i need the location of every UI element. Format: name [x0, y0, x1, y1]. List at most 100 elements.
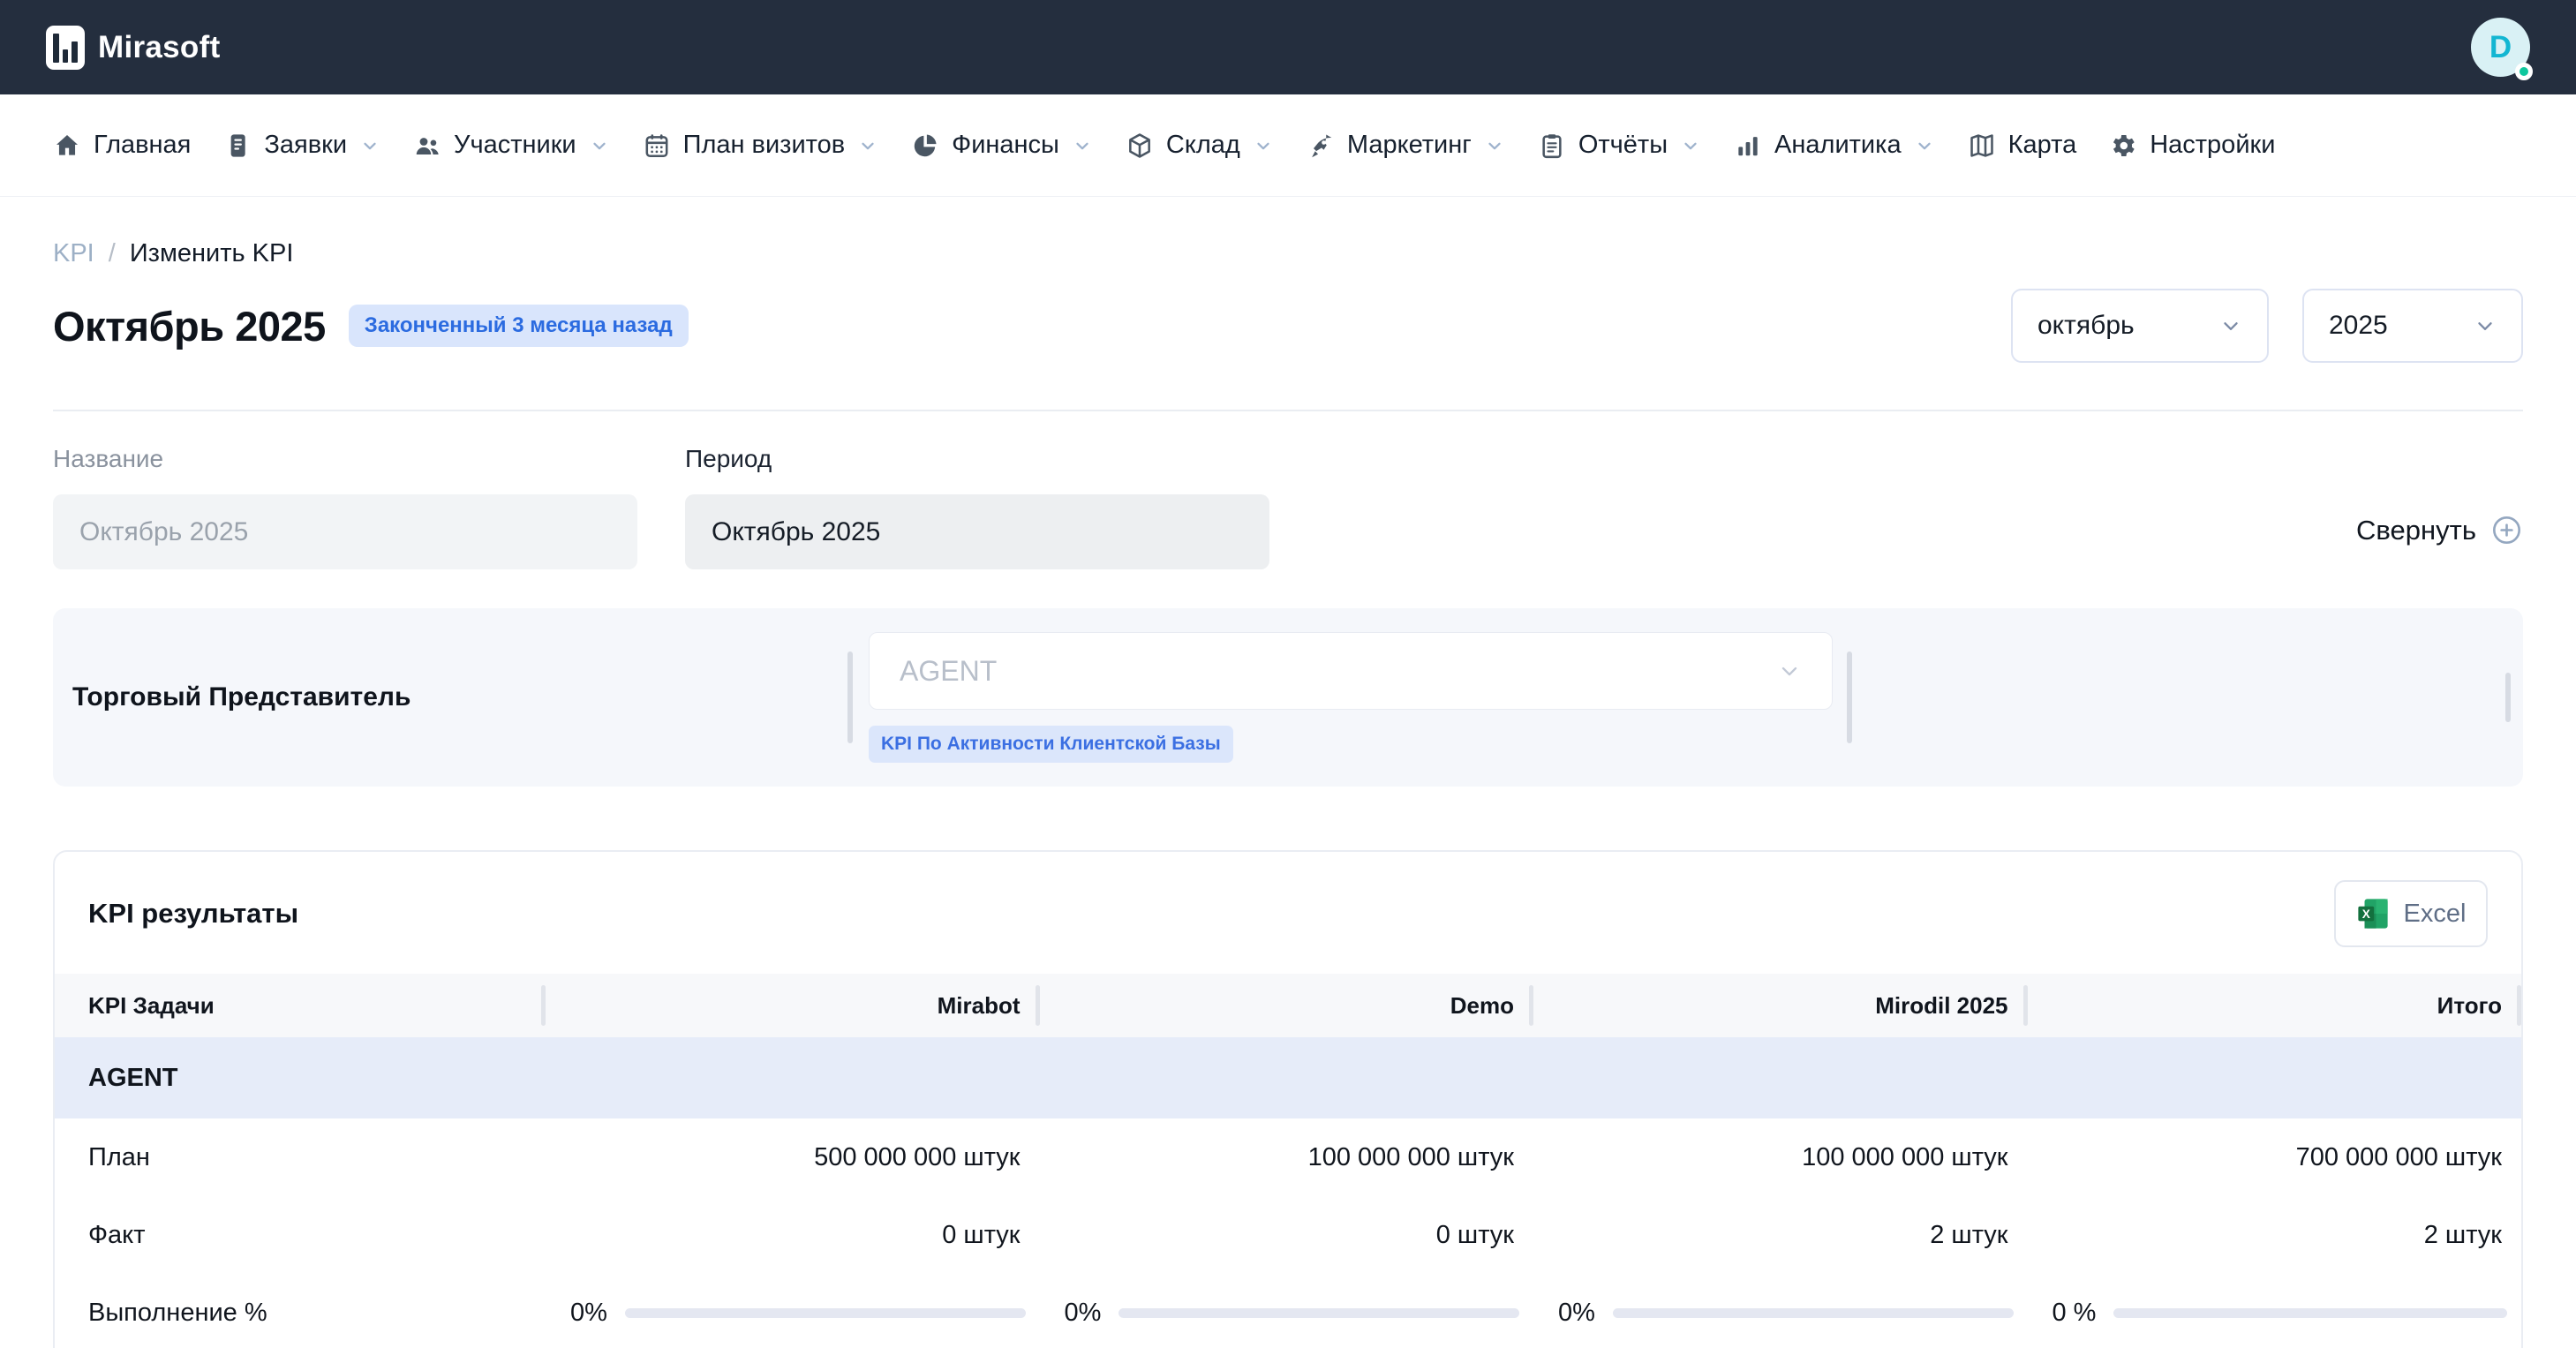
- nav-item-label: Заявки: [264, 131, 347, 160]
- svg-text:X: X: [2361, 907, 2369, 921]
- gear-icon: [2109, 132, 2137, 160]
- chevron-down-icon: [857, 135, 878, 156]
- nav-item-label: Участники: [454, 131, 576, 160]
- calendar-icon: [643, 132, 671, 160]
- chevron-down-icon: [1484, 135, 1505, 156]
- kpi-form: Название Октябрь 2025 Период Октябрь 202…: [53, 445, 2523, 569]
- table-row: План500 000 000 штук100 000 000 штук100 …: [55, 1118, 2521, 1196]
- value-cell: 2 штук: [1533, 1221, 2028, 1250]
- nav-item-label: Главная: [94, 131, 191, 160]
- row-label: Факт: [55, 1221, 546, 1250]
- breadcrumb-separator: /: [109, 239, 116, 268]
- box-icon: [1126, 132, 1154, 160]
- chevron-down-icon: [2474, 314, 2497, 337]
- progress-track: [1119, 1308, 1519, 1318]
- column-header-tasks: KPI Задачи: [55, 974, 546, 1037]
- progress-value: 0%: [570, 1299, 607, 1328]
- value-cell: 0 штук: [1040, 1221, 1534, 1250]
- column-header: Итого: [2028, 974, 2522, 1037]
- column-header: Mirodil 2025: [1533, 974, 2028, 1037]
- column-header: Mirabot: [546, 974, 1040, 1037]
- collapse-label: Свернуть: [2356, 515, 2476, 546]
- nav-item-label: Аналитика: [1774, 131, 1902, 160]
- agent-select[interactable]: AGENT: [869, 632, 1833, 710]
- chevron-down-icon: [589, 135, 610, 156]
- nav-item-members[interactable]: Участники: [413, 131, 610, 160]
- nav-item-label: Склад: [1166, 131, 1240, 160]
- nav-item-home[interactable]: Главная: [53, 131, 191, 160]
- value-cell: 500 000 000 штук: [546, 1143, 1040, 1172]
- period-field-label: Период: [685, 445, 1269, 473]
- nav-item-label: Отчёты: [1578, 131, 1668, 160]
- home-icon: [53, 132, 81, 160]
- row-label: Выполнение %: [55, 1299, 546, 1328]
- collapse-button[interactable]: Свернуть: [2356, 514, 2523, 546]
- bar-chart-logo-icon: [46, 26, 85, 70]
- period-selects: октябрь 2025: [2011, 289, 2523, 363]
- chevron-down-icon: [359, 135, 380, 156]
- excel-button-label: Excel: [2404, 900, 2467, 929]
- name-input[interactable]: Октябрь 2025: [53, 494, 637, 569]
- rocket-icon: [1307, 132, 1335, 160]
- chevron-down-icon: [2219, 314, 2242, 337]
- excel-export-button[interactable]: X Excel: [2334, 880, 2488, 947]
- progress-cell: 0%: [1533, 1299, 2028, 1328]
- chevron-down-icon: [1253, 135, 1274, 156]
- nav-item-requests[interactable]: Заявки: [223, 131, 380, 160]
- progress-track: [1613, 1308, 2014, 1318]
- progress-cell: 0 %: [2028, 1299, 2522, 1328]
- chevron-down-icon: [1914, 135, 1935, 156]
- kpi-table: KPI ЗадачиMirabotDemoMirodil 2025ИтогоAG…: [55, 974, 2521, 1348]
- panel-divider: [1847, 651, 1852, 743]
- value-cell: 100 000 000 штук: [1040, 1143, 1534, 1172]
- document-icon: [223, 132, 252, 160]
- pie-icon: [911, 132, 939, 160]
- table-row: Факт0 штук0 штук2 штук2 штук: [55, 1196, 2521, 1274]
- agent-select-group: AGENT KPI По Активности Клиентской Базы: [869, 632, 1833, 763]
- nav-item-settings[interactable]: Настройки: [2109, 131, 2275, 160]
- nav-item-finance[interactable]: Финансы: [911, 131, 1093, 160]
- year-select-value: 2025: [2329, 311, 2388, 341]
- kpi-results-card: KPI результаты X Excel KPI ЗадачиMirabot…: [53, 850, 2523, 1348]
- year-select[interactable]: 2025: [2302, 289, 2523, 363]
- breadcrumb-kpi-link[interactable]: KPI: [53, 239, 94, 268]
- nav-item-label: Карта: [2008, 131, 2077, 160]
- top-bar: Mirasoft D: [0, 0, 2576, 94]
- users-icon: [413, 132, 441, 160]
- kpi-table-header-row: KPI ЗадачиMirabotDemoMirodil 2025Итого: [55, 974, 2521, 1037]
- nav-item-label: Маркетинг: [1347, 131, 1472, 160]
- nav-item-map[interactable]: Карта: [1968, 131, 2077, 160]
- nav-item-warehouse[interactable]: Склад: [1126, 131, 1274, 160]
- nav-item-analytics[interactable]: Аналитика: [1734, 131, 1935, 160]
- breadcrumb-current: Изменить KPI: [130, 239, 294, 268]
- kpi-results-title: KPI результаты: [88, 898, 298, 930]
- period-input[interactable]: Октябрь 2025: [685, 494, 1269, 569]
- value-cell: 0 штук: [546, 1221, 1040, 1250]
- progress-value: 0%: [1558, 1299, 1595, 1328]
- month-select[interactable]: октябрь: [2011, 289, 2269, 363]
- kpi-results-header: KPI результаты X Excel: [55, 852, 2521, 974]
- progress-value: 0 %: [2053, 1299, 2097, 1328]
- brand-logo[interactable]: Mirasoft: [46, 26, 221, 70]
- progress-track: [625, 1308, 1026, 1318]
- barchart-icon: [1734, 132, 1762, 160]
- progress-cell: 0%: [546, 1299, 1040, 1328]
- column-header: Demo: [1040, 974, 1534, 1037]
- nav-item-reports[interactable]: Отчёты: [1538, 131, 1701, 160]
- map-icon: [1968, 132, 1996, 160]
- sales-rep-label: Торговый Представитель: [72, 682, 847, 712]
- plus-circle-icon: [2490, 514, 2523, 546]
- table-row: Выполнение %0%0%0%0 %: [55, 1274, 2521, 1348]
- nav-item-label: Финансы: [952, 131, 1059, 160]
- avatar-letter: D: [2489, 30, 2512, 65]
- kpi-tag-chip[interactable]: KPI По Активности Клиентской Базы: [869, 726, 1233, 763]
- online-status-dot: [2515, 63, 2533, 80]
- nav-item-label: Настройки: [2150, 131, 2275, 160]
- user-avatar[interactable]: D: [2471, 18, 2530, 77]
- chevron-down-icon: [1680, 135, 1701, 156]
- nav-item-label: План визитов: [683, 131, 846, 160]
- nav-item-visits[interactable]: План визитов: [643, 131, 879, 160]
- breadcrumb: KPI / Изменить KPI: [53, 239, 2523, 268]
- nav-item-marketing[interactable]: Маркетинг: [1307, 131, 1505, 160]
- status-badge: Законченный 3 месяца назад: [349, 305, 689, 347]
